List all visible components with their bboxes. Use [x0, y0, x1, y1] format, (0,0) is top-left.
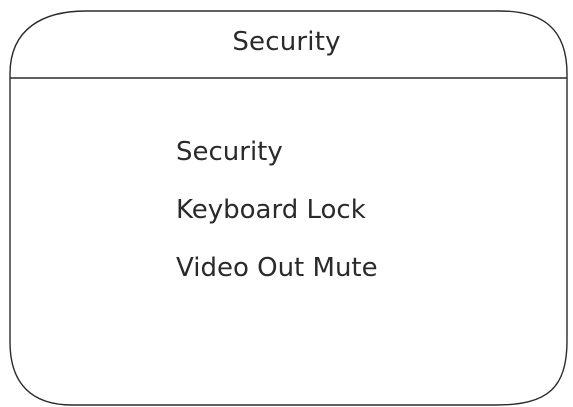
menu-list: Security Keyboard Lock Video Out Mute: [176, 133, 378, 307]
menu-item-security[interactable]: Security: [176, 133, 378, 191]
panel-title: Security: [232, 27, 341, 57]
menu-item-video-out-mute[interactable]: Video Out Mute: [176, 249, 378, 307]
menu-item-keyboard-lock[interactable]: Keyboard Lock: [176, 191, 378, 249]
security-menu-panel: Security Security Keyboard Lock Video Ou…: [0, 0, 573, 407]
screen: Security Security Keyboard Lock Video Ou…: [0, 0, 573, 407]
